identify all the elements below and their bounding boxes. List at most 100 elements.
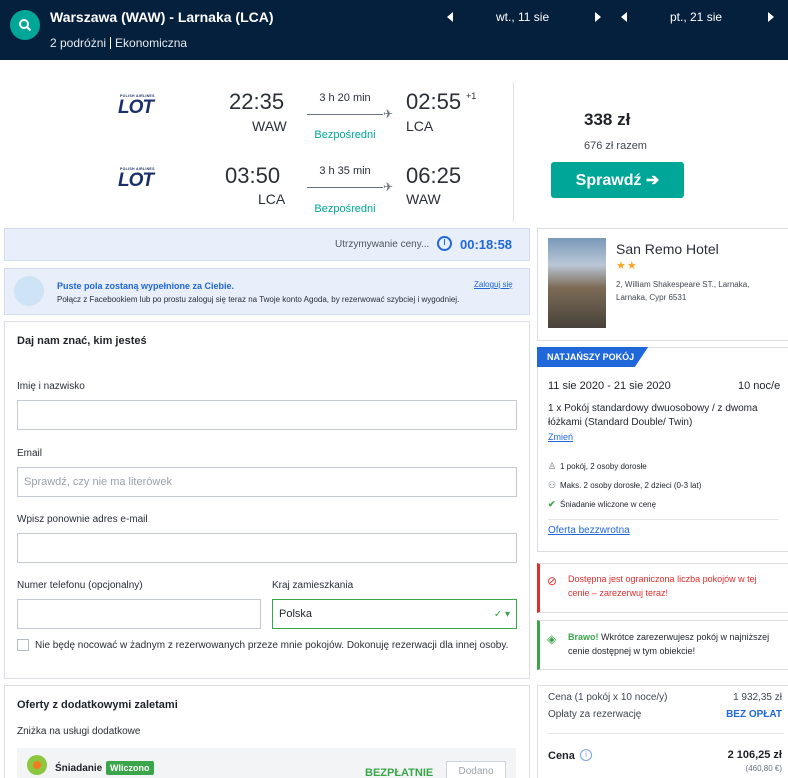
phone-field[interactable] <box>17 599 261 629</box>
bravo-label: Brawo! <box>568 632 599 642</box>
top-bar: Warszawa (WAW) - Larnaka (LCA) 2 podróżn… <box>0 0 788 60</box>
plane-icon: ✈ <box>383 107 394 121</box>
email-label: Email <box>17 448 43 459</box>
route-title[interactable]: Warszawa (WAW) - Larnaka (LCA) <box>50 9 274 25</box>
search-icon <box>19 19 32 32</box>
country-select[interactable]: Polska ✓ ▾ <box>272 599 517 629</box>
outbound-dep-time: 22:35 <box>229 89 285 114</box>
hotel-photo <box>548 238 606 328</box>
room-price-label: Cena (1 pokój x 10 noce/y) <box>548 692 668 703</box>
inbound-arr-time: 06:25 <box>406 163 462 188</box>
flight-price-total: 676 zł razem <box>584 140 647 152</box>
offers-title: Oferty z dodatkowymi zaletami <box>17 699 178 711</box>
autofill-text: Połącz z Facebookiem lub po prostu zalog… <box>57 295 460 304</box>
room-max-guests-text: Maks. 2 osoby dorosłe, 2 dzieci (0-3 lat… <box>560 481 702 490</box>
outbound-arr-day-offset: +1 <box>466 91 477 101</box>
search-button[interactable] <box>10 10 40 40</box>
prev-return-date-button[interactable] <box>621 12 627 22</box>
best-price-text: Brawo! Wkrótce zarezerwujesz pokój w naj… <box>568 630 778 658</box>
inbound-arr-airport: WAW <box>406 191 441 207</box>
outbound-dep-airport: WAW <box>252 118 287 134</box>
outbound-arr-airport: LCA <box>406 118 434 134</box>
room-occupancy-text: 1 pokój, 2 osoby dorosłe <box>560 462 647 471</box>
country-value: Polska <box>279 608 313 620</box>
room-max-guests: ⚇ Maks. 2 osoby dorosłe, 2 dzieci (0-3 la… <box>548 480 701 491</box>
info-icon[interactable]: i <box>580 749 592 761</box>
outbound-stops: Bezpośredni <box>314 129 376 141</box>
non-refundable-link[interactable]: Oferta bezzwrotna <box>548 525 630 536</box>
next-return-date-button[interactable] <box>768 12 774 22</box>
email-confirm-label: Wpisz ponownie adres e-mail <box>17 514 148 525</box>
clock-icon <box>437 236 452 251</box>
airline-logo: POLISH AIRLINES LOT <box>118 94 168 118</box>
room-breakfast: ✔ Śniadanie wliczone w cenę <box>548 499 656 510</box>
plane-icon: ✈ <box>383 180 394 194</box>
outbound-arr-time: 02:55 <box>406 89 462 114</box>
bravo-text: Wkrótce zarezerwujesz pokój w najniższej… <box>568 632 770 656</box>
inbound-route-line <box>307 187 383 188</box>
email-field[interactable]: Sprawdź, czy nie ma literówek <box>17 467 517 497</box>
stay-dates: 11 sie 2020 - 21 sie 2020 <box>548 380 671 392</box>
meta-divider <box>110 37 112 49</box>
summary-divider <box>548 733 784 734</box>
added-button[interactable]: Dodano <box>446 761 506 778</box>
airline-logo-text: LOT <box>118 97 154 118</box>
check-button[interactable]: Sprawdź ➔ <box>551 162 684 198</box>
breakfast-label: Śniadanie <box>55 763 103 774</box>
group-icon: ⚇ <box>548 480 557 490</box>
airline-logo-text: LOT <box>118 170 154 191</box>
autofill-banner <box>4 268 530 315</box>
change-room-link[interactable]: Zmień <box>548 432 573 442</box>
inbound-dep-airport: LCA <box>258 191 286 207</box>
outbound-duration: 3 h 20 min <box>319 92 371 104</box>
trip-meta[interactable]: 2 podróżni Ekonomiczna <box>50 36 187 50</box>
total-label: Cena <box>548 750 575 762</box>
person-icon: ♙ <box>548 461 557 471</box>
total-value: 2 106,25 zł <box>727 749 782 761</box>
checkmark-icon: ✔ <box>548 499 556 509</box>
cabin-label: Ekonomiczna <box>115 36 188 50</box>
stay-nights: 10 noc/e <box>738 380 781 392</box>
next-depart-date-button[interactable] <box>595 12 601 22</box>
return-date[interactable]: pt., 21 sie <box>670 10 722 24</box>
name-label: Imię i nazwisko <box>17 381 85 392</box>
alert-icon: ⊘ <box>547 574 558 588</box>
check-chevron-icon: ✓ ▾ <box>493 609 510 620</box>
autofill-title: Puste pola zostaną wypełnione za Ciebie. <box>57 281 235 291</box>
booking-fee-value: BEZ OPŁAT <box>726 709 782 720</box>
star-rating: ★★ <box>616 260 638 272</box>
total-eur: (460,80 €) <box>745 764 782 773</box>
limited-availability-text: Dostępna jest ograniczona liczba pokojów… <box>568 574 757 598</box>
name-field[interactable] <box>17 400 517 430</box>
hotel-address: 2, William Shakespeare ST., Larnaka, Lar… <box>616 280 750 302</box>
inbound-dep-time: 03:50 <box>225 163 281 188</box>
room-divider <box>548 519 778 520</box>
login-link[interactable]: Zaloguj się <box>474 280 513 289</box>
breakfast-icon <box>27 755 47 775</box>
inbound-stops: Bezpośredni <box>314 203 376 215</box>
free-label: BEZPŁATNIE <box>365 767 434 778</box>
travellers-label: 2 podróżni <box>50 36 107 50</box>
room-breakfast-text: Śniadanie wliczone w cenę <box>560 500 657 509</box>
room-description: 1 x Pokój standardowy dwuosobowy / z dwo… <box>548 403 758 428</box>
depart-date[interactable]: wt., 11 sie <box>496 10 549 24</box>
inbound-duration: 3 h 35 min <box>319 165 371 177</box>
phone-label: Numer telefonu (opcjonalny) <box>17 580 143 591</box>
not-staying-checkbox[interactable] <box>17 639 29 651</box>
flight-price: 338 zł <box>584 110 631 129</box>
email-confirm-field[interactable] <box>17 533 517 563</box>
included-badge: Wliczono <box>106 761 154 775</box>
airline-logo: POLISH AIRLINES LOT <box>118 167 168 191</box>
globe-icon <box>14 276 44 306</box>
prev-depart-date-button[interactable] <box>447 12 453 22</box>
tag-icon: ◈ <box>547 632 557 646</box>
hotel-name: San Remo Hotel <box>616 241 719 257</box>
price-hold-timer: 00:18:58 <box>460 237 513 252</box>
guest-form-title: Daj nam znać, kim jesteś <box>17 335 147 347</box>
room-occupancy: ♙ 1 pokój, 2 osoby dorosłe <box>548 461 647 472</box>
offers-subtitle: Zniżka na usługi dodatkowe <box>17 726 141 737</box>
not-staying-label[interactable]: Nie będę nocować w żadnym z rezerwowanyc… <box>35 639 515 653</box>
price-hold-label: Utrzymywanie ceny... <box>335 239 430 250</box>
outbound-route-line <box>307 114 383 115</box>
flight-card-divider <box>513 82 514 222</box>
